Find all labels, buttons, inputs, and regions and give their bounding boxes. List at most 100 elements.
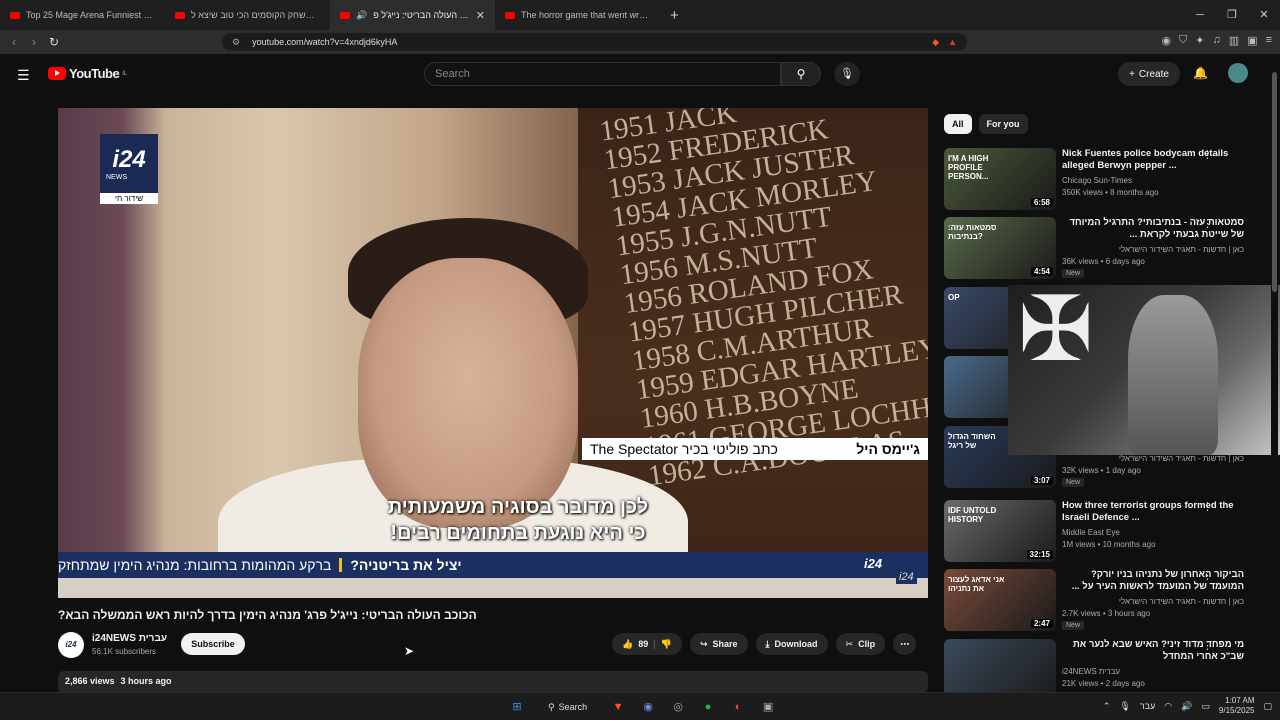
taskbar-apps: ⊞ ⚲ Search ▼ ◉ ◎ ● ◐ ▣ <box>508 697 777 717</box>
recommendation-item[interactable]: אני אדאג לעצור את נתניהו 2:47 הביקור האחרו… <box>944 569 1270 633</box>
discord-icon[interactable]: ◉ <box>639 698 657 716</box>
channel-name[interactable]: i24NEWS עברית <box>92 633 167 644</box>
recommendation-title[interactable]: Nick Fuentes police bodycam details alle… <box>1062 148 1244 172</box>
recommendation-channel[interactable]: כאן | חדשות - תאגיד השידור הישראלי <box>1062 597 1244 606</box>
notification-icon[interactable]: ▢ <box>1263 701 1272 712</box>
more-options-icon[interactable]: ⋮ <box>1202 148 1213 161</box>
recommendation-channel[interactable]: i24NEWS עברית <box>1062 667 1244 676</box>
volume-icon[interactable]: 🔊 <box>1181 701 1192 712</box>
clip-button[interactable]: ✂ Clip <box>835 633 886 655</box>
recommendation-thumbnail[interactable]: סמטאות עזה: בנתיבות? 4:54 <box>944 217 1056 279</box>
recommendation-title[interactable]: סמטאות עזה - בנתיבותי? התרגיל המיוחד של … <box>1062 217 1244 241</box>
recommendation-title[interactable]: How three terrorist groups formed the Is… <box>1062 500 1244 524</box>
scrollbar[interactable] <box>1271 64 1278 684</box>
wifi-icon[interactable]: ◠ <box>1164 701 1172 712</box>
subscribe-button[interactable]: Subscribe <box>181 633 245 655</box>
browser-tab-strip: Top 25 Mage Arena Funniest Momen זה משחק… <box>0 0 1280 30</box>
more-actions-button[interactable]: ⋯ <box>893 633 917 655</box>
thumbs-up-icon[interactable]: 👍 <box>622 639 633 650</box>
share-button[interactable]: ↪ Share <box>689 633 748 655</box>
app-icon[interactable]: ▣ <box>759 698 777 716</box>
reload-icon[interactable]: ↻ <box>44 35 64 49</box>
notifications-bell-icon[interactable]: 🔔 <box>1193 66 1208 80</box>
video-player[interactable]: 1951 JACK 1952 FREDERICK 1953 JACK JUSTER 1… <box>58 108 928 598</box>
recommendation-thumbnail[interactable]: אני אדאג לעצור את נתניהו 2:47 <box>944 569 1056 631</box>
chip-for-you[interactable]: For you <box>978 114 1028 134</box>
more-options-icon[interactable]: ⋮ <box>1202 217 1213 230</box>
clock[interactable]: 1:07 AM 9/15/2025 <box>1219 696 1255 716</box>
account-avatar[interactable] <box>1228 63 1248 83</box>
clip-label: Clip <box>858 639 876 649</box>
voice-search-button[interactable]: 🎙 <box>834 62 860 86</box>
close-window-icon[interactable]: ✕ <box>1248 0 1280 30</box>
thumbs-down-icon[interactable]: 👎 <box>661 639 672 650</box>
recommendation-channel[interactable]: Middle East Eye <box>1062 528 1244 537</box>
recommendation-thumbnail[interactable]: I'M A HIGH PROFILE PERSON... 6:58 <box>944 148 1056 210</box>
spotify-icon[interactable]: ● <box>699 698 717 716</box>
minimize-icon[interactable]: ─ <box>1184 0 1216 30</box>
microphone-icon[interactable]: 🎙 <box>1119 701 1130 712</box>
scrollbar-thumb[interactable] <box>1272 72 1277 292</box>
site-info-icon[interactable]: ⚙ <box>232 37 240 48</box>
browser-tab[interactable]: The horror game that went wrong wi <box>495 0 660 30</box>
description-box[interactable]: 2,866 views 3 hours ago <box>58 671 928 693</box>
recommendation-thumbnail[interactable]: IDF UNTOLD HISTORY 32:15 <box>944 500 1056 562</box>
more-options-icon[interactable]: ⋮ <box>1202 569 1213 582</box>
recommendation-title[interactable]: הביקור האחרון של נתניהו בניו יורק? המועמ… <box>1062 569 1244 593</box>
browser-tab-active[interactable]: 🔊 הכוכב העולה הבריטי: נייג'ל פ ✕ <box>330 0 495 30</box>
taskbar-search[interactable]: ⚲ Search <box>538 697 597 717</box>
language-indicator[interactable]: עבר <box>1140 701 1155 711</box>
extension-icon[interactable]: ◉ <box>1161 34 1171 47</box>
chevron-up-icon[interactable]: ⌃ <box>1103 701 1111 712</box>
wallet-icon[interactable]: ▣ <box>1247 34 1257 47</box>
recommendation-meta: 32K views • 1 day ago <box>1062 466 1141 475</box>
download-button[interactable]: ⤓ Download <box>755 633 828 655</box>
presenter-face <box>358 258 578 528</box>
recommendation-channel[interactable]: Chicago Sun-Times <box>1062 176 1244 185</box>
sidebar-icon[interactable]: ▥ <box>1229 34 1239 47</box>
new-badge: New <box>1062 478 1085 487</box>
brave-shield-icon[interactable]: ◆ <box>932 37 939 48</box>
scissors-icon: ✂ <box>845 638 854 649</box>
windows-start-icon[interactable]: ⊞ <box>508 698 526 716</box>
battery-icon[interactable]: ▭ <box>1201 701 1210 712</box>
menu-icon[interactable]: ≡ <box>1266 34 1272 47</box>
youtube-favicon-icon <box>175 11 185 19</box>
channel-avatar[interactable]: i24 <box>58 632 84 658</box>
tab-title: The horror game that went wrong wi <box>521 10 650 20</box>
recommendation-item[interactable]: I'M A HIGH PROFILE PERSON... 6:58 Nick Fue… <box>944 148 1270 212</box>
create-button[interactable]: + Create <box>1118 62 1180 86</box>
more-options-icon[interactable]: ⋮ <box>1202 639 1213 652</box>
new-tab-button[interactable]: + <box>660 7 689 24</box>
music-icon[interactable]: ♫ <box>1213 34 1221 47</box>
overlay-image: ✠ <box>1008 285 1280 455</box>
brave-browser-icon[interactable]: ▼ <box>609 698 627 716</box>
puzzle-icon[interactable]: ✦ <box>1195 34 1204 47</box>
back-icon[interactable]: ‹ <box>4 35 24 49</box>
windows-taskbar: ⊞ ⚲ Search ▼ ◉ ◎ ● ◐ ▣ ⌃ 🎙 עבר ◠ 🔊 ▭ 1:07… <box>0 692 1280 720</box>
recommendation-channel[interactable]: כאן | חדשות - תאגיד השידור הישראלי <box>1062 454 1244 463</box>
restore-icon[interactable]: ❐ <box>1216 0 1248 30</box>
app-icon[interactable]: ◐ <box>729 698 747 716</box>
forward-icon[interactable]: › <box>24 35 44 49</box>
chip-all[interactable]: All <box>944 114 972 134</box>
youtube-logo[interactable]: YouTube IL <box>48 66 127 81</box>
steam-icon[interactable]: ◎ <box>669 698 687 716</box>
search-input[interactable]: Search <box>424 62 781 86</box>
recommendation-channel[interactable]: כאן | חדשות - תאגיד השידור הישראלי <box>1062 245 1244 254</box>
close-tab-icon[interactable]: ✕ <box>476 9 485 22</box>
search-button[interactable]: ⚲ <box>781 62 821 86</box>
hamburger-menu-icon[interactable]: ☰ <box>17 67 30 84</box>
thumbnail-text: OP <box>948 293 960 302</box>
brave-rewards-icon[interactable]: ▲ <box>948 37 957 47</box>
like-dislike-button[interactable]: 👍 89 | 👎 <box>612 633 682 655</box>
recommendation-item[interactable]: IDF UNTOLD HISTORY 32:15 How three terrori… <box>944 500 1270 564</box>
shield-icon[interactable]: ⛉ <box>1179 34 1187 47</box>
video-duration: 2:47 <box>1030 619 1053 628</box>
url-bar[interactable]: ⚙ youtube.com/watch?v=4xndjd6kyHA ◆ ▲ <box>222 33 967 51</box>
recommendation-item[interactable]: סמטאות עזה: בנתיבות? 4:54 סמטאות עזה - בנת… <box>944 217 1270 281</box>
recommendation-title[interactable]: מי מפחד מדוד זיני? האיש שבא לנער את שב"כ… <box>1062 639 1244 663</box>
more-options-icon[interactable]: ⋮ <box>1202 500 1213 513</box>
browser-tab[interactable]: זה משחק הקוסמים הכי טוב שיצא ל <box>165 0 330 30</box>
browser-tab[interactable]: Top 25 Mage Arena Funniest Momen <box>0 0 165 30</box>
